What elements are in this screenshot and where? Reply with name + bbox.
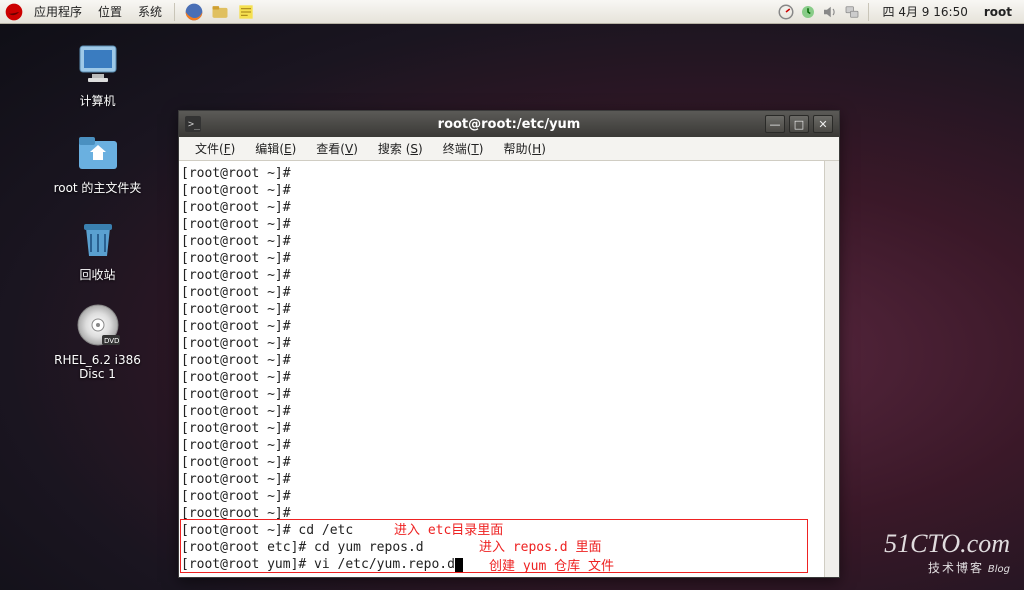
menu-search[interactable]: 搜索 (S) <box>368 138 433 159</box>
panel-right: 四 4月 9 16:50 root <box>776 2 1020 22</box>
desktop-icon-label: RHEL_6.2 i386 Disc 1 <box>40 353 155 381</box>
separator <box>868 3 869 21</box>
menu-system[interactable]: 系统 <box>130 1 170 22</box>
home-folder-icon <box>74 127 122 175</box>
panel-launchers <box>183 1 257 23</box>
svg-text:DVD: DVD <box>104 337 119 345</box>
desktop-icon-label: root 的主文件夹 <box>54 179 142 196</box>
maximize-button[interactable]: □ <box>789 115 809 133</box>
panel-left: 应用程序 位置 系统 <box>4 1 257 23</box>
network-icon[interactable] <box>842 2 862 22</box>
user-menu[interactable]: root <box>978 5 1020 19</box>
watermark-site: 51CTO.com <box>884 529 1010 559</box>
menu-places[interactable]: 位置 <box>90 1 130 22</box>
desktop-icon-computer[interactable]: 计算机 <box>40 40 155 109</box>
desktop-icon-trash[interactable]: 回收站 <box>40 214 155 283</box>
minimize-button[interactable]: — <box>765 115 785 133</box>
disc-icon: DVD <box>74 301 122 349</box>
window-controls: — □ ✕ <box>765 115 833 133</box>
titlebar[interactable]: >_ root@root:/etc/yum — □ ✕ <box>179 111 839 137</box>
menu-applications[interactable]: 应用程序 <box>26 1 90 22</box>
watermark-sub2: Blog <box>988 564 1010 575</box>
firefox-launcher[interactable] <box>183 1 205 23</box>
computer-icon <box>74 40 122 88</box>
menubar: 文件(F) 编辑(E) 查看(V) 搜索 (S) 终端(T) 帮助(H) <box>179 137 839 161</box>
volume-icon[interactable] <box>820 2 840 22</box>
desktop-icons: 计算机 root 的主文件夹 回收站 DVD RHEL_6.2 i386 Dis… <box>40 40 155 399</box>
update-icon[interactable] <box>798 2 818 22</box>
terminal-text-area[interactable]: [root@root ~]#[root@root ~]#[root@root ~… <box>179 161 824 577</box>
desktop-icon-label: 计算机 <box>79 92 115 109</box>
separator <box>174 3 175 21</box>
scrollbar[interactable] <box>824 161 839 577</box>
close-button[interactable]: ✕ <box>813 115 833 133</box>
trash-icon <box>74 214 122 262</box>
terminal-body[interactable]: [root@root ~]#[root@root ~]#[root@root ~… <box>179 161 839 577</box>
watermark: 51CTO.com 技术博客 Blog <box>884 529 1010 576</box>
desktop-icon-home[interactable]: root 的主文件夹 <box>40 127 155 196</box>
menu-terminal[interactable]: 终端(T) <box>433 138 494 159</box>
menu-help[interactable]: 帮助(H) <box>493 138 555 159</box>
desktop-icon-label: 回收站 <box>79 266 115 283</box>
desktop-icon-disc[interactable]: DVD RHEL_6.2 i386 Disc 1 <box>40 301 155 381</box>
window-title: root@root:/etc/yum <box>179 117 839 132</box>
clock[interactable]: 四 4月 9 16:50 <box>875 3 976 20</box>
svg-text:>_: >_ <box>188 119 201 130</box>
redhat-icon <box>4 2 24 22</box>
file-manager-launcher[interactable] <box>209 1 231 23</box>
notes-launcher[interactable] <box>235 1 257 23</box>
menu-edit[interactable]: 编辑(E) <box>245 138 306 159</box>
menu-view[interactable]: 查看(V) <box>306 138 368 159</box>
menu-file[interactable]: 文件(F) <box>185 138 245 159</box>
top-panel: 应用程序 位置 系统 四 4月 9 16:50 <box>0 0 1024 24</box>
system-monitor-icon[interactable] <box>776 2 796 22</box>
terminal-window: >_ root@root:/etc/yum — □ ✕ 文件(F) 编辑(E) … <box>178 110 840 578</box>
watermark-sub1: 技术博客 <box>928 561 984 575</box>
terminal-icon: >_ <box>185 116 201 132</box>
